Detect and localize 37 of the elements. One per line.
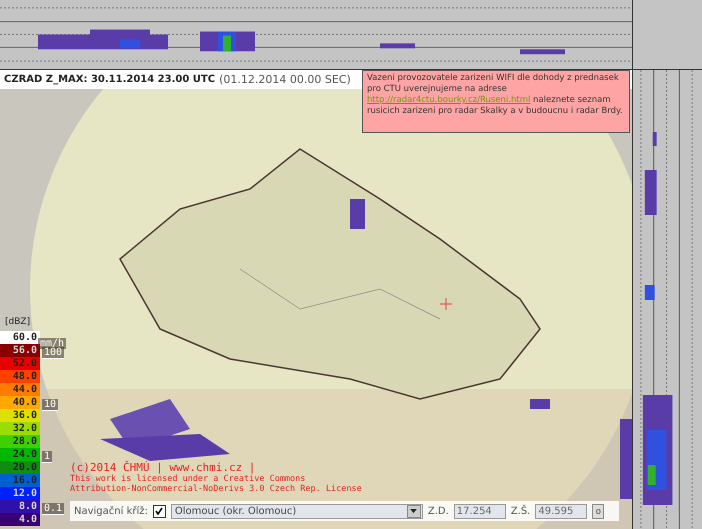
precipitation-echo [530, 399, 550, 409]
legend-value: 16.0 [12, 475, 37, 486]
crosshair-icon [440, 298, 452, 310]
legend-value: 20.0 [12, 462, 37, 473]
legend-value: 56.0 [12, 345, 37, 356]
rate-label: 1 [42, 451, 52, 463]
legend-value: 28.0 [12, 436, 37, 447]
nav-cross-label: Navigační kříž: [74, 506, 148, 516]
radar-title: CZRAD Z_MAX: 30.11.2014 23.00 UTC [4, 74, 216, 85]
local-time: (01.12.2014 00.00 SEC) [219, 73, 351, 86]
license-text: This work is licensed under a Creative Commons Attribution-NonCommercial-NoDerivs 3.0 Czech Rep. License [70, 474, 363, 494]
rate-label: 10 [42, 399, 58, 411]
legend-value: 52.0 [12, 358, 37, 369]
legend-value: 36.0 [12, 410, 37, 421]
legend-value: 48.0 [12, 371, 37, 382]
legend-unit: [dBZ] [4, 317, 32, 329]
longitude-label: Z.D. [428, 506, 449, 516]
legend-value: 40.0 [12, 397, 37, 408]
latitude-field[interactable]: 49.595 [535, 504, 588, 518]
legend-value: 24.0 [12, 449, 37, 460]
nav-cross-checkbox[interactable] [152, 504, 166, 518]
legend-value: 32.0 [12, 423, 37, 434]
notice-text: Vazeni provozovatele zarizeni WIFI dle dohody z prednasek pro CTU uverejnujeme na adrese http://radar4ctu.bourky.cz/Ruseni.html naleznete seznam rusicich zarizeni pro radar Skalky a v budoucnu i radar Brdy. [367, 73, 624, 117]
legend-value: 8.0 [18, 501, 37, 512]
rate-label: 0.1 [42, 503, 64, 515]
latitude-label: Z.Š. [510, 506, 530, 516]
legend-value: 44.0 [12, 384, 37, 395]
legend-value: 12.0 [12, 488, 37, 499]
longitude-field[interactable]: 17.254 [454, 504, 506, 518]
legend-value: 4.0 [18, 514, 37, 525]
legend-value: 60.0 [12, 332, 37, 343]
copyright-text: (c)2014 ČHMÚ | www.chmi.cz | [70, 461, 256, 474]
go-button[interactable]: o [592, 504, 604, 518]
rate-label: 100 [42, 347, 64, 359]
precipitation-echo [350, 199, 365, 229]
location-dropdown[interactable]: Olomouc (okr. Olomouc) [170, 504, 423, 518]
rate-unit: mm/h [38, 338, 66, 348]
